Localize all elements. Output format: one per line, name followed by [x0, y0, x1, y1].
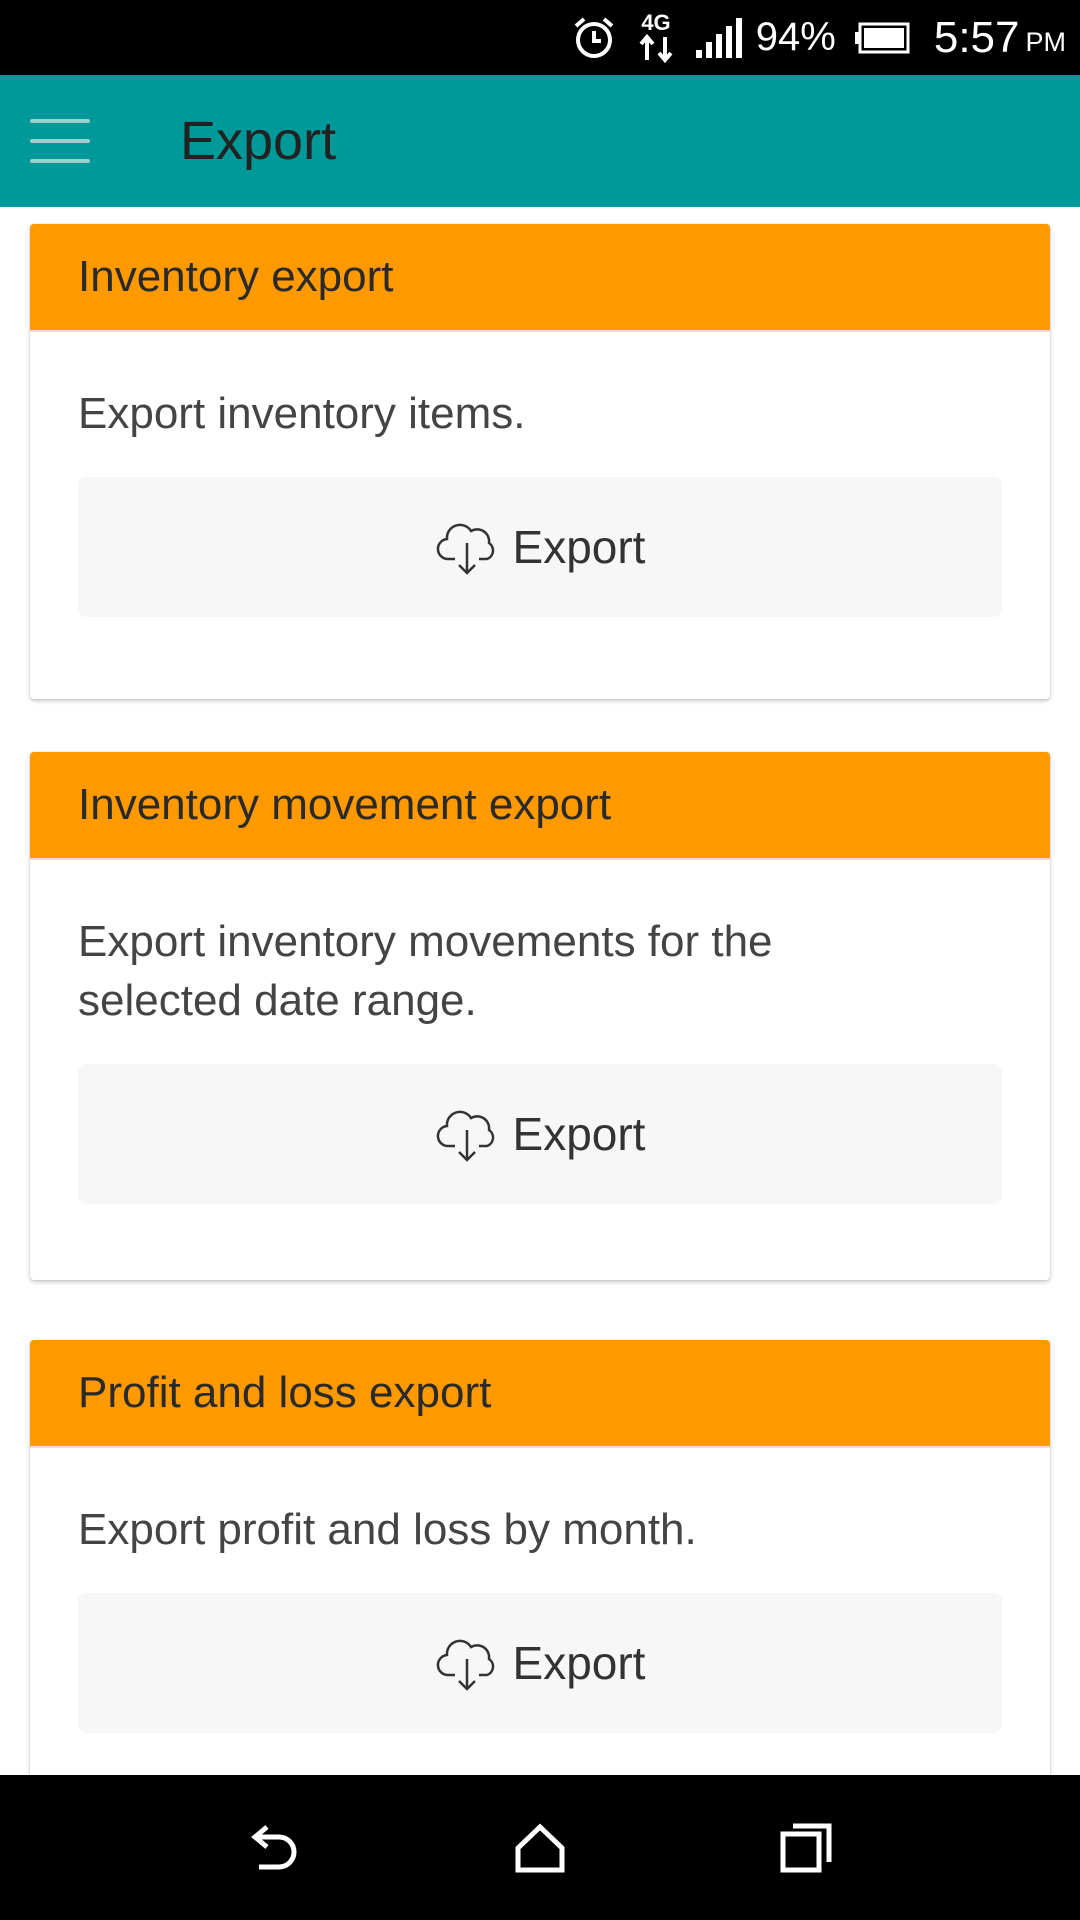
battery-percent: 94% — [755, 15, 836, 59]
back-arrow-icon[interactable] — [233, 1808, 313, 1888]
status-bar: 4G 94% 5:57 PM — [0, 0, 1080, 75]
export-button-label: Export — [512, 1637, 646, 1689]
inventory-movement-export-card: Inventory movement export Export invento… — [30, 752, 1050, 1280]
card-body: Export inventory movements for the selec… — [30, 860, 1050, 1204]
card-description: Export profit and loss by month. — [78, 1505, 697, 1554]
export-button-label: Export — [512, 1108, 646, 1160]
card-body: Export inventory items. Export — [30, 332, 1050, 617]
inventory-export-button[interactable]: Export — [78, 477, 1002, 617]
profit-loss-export-button[interactable]: Export — [78, 1593, 1002, 1733]
home-icon[interactable] — [500, 1808, 580, 1888]
alarm-clock-icon — [570, 14, 618, 62]
cloud-download-icon — [435, 517, 501, 577]
page-title: Export — [180, 111, 337, 171]
card-title: Inventory export — [78, 252, 394, 301]
network-type-label: 4G — [641, 10, 670, 35]
card-body: Export profit and loss by month. Export — [30, 1448, 1050, 1733]
recent-apps-icon[interactable] — [767, 1808, 847, 1888]
network-type-icon: 4G — [636, 10, 676, 66]
app-bar: Export — [0, 75, 1080, 207]
card-header: Inventory movement export — [30, 752, 1050, 860]
clock-time: 5:57 — [933, 12, 1020, 62]
cloud-download-icon — [435, 1633, 501, 1693]
profit-loss-export-card: Profit and loss export Export profit and… — [30, 1340, 1050, 1775]
hamburger-menu-icon[interactable] — [30, 119, 90, 163]
inventory-export-card: Inventory export Export inventory items.… — [30, 224, 1050, 699]
card-description: Export inventory movements for the selec… — [78, 917, 773, 1025]
export-button-label: Export — [512, 521, 646, 573]
system-nav-bar — [0, 1775, 1080, 1920]
card-title: Profit and loss export — [78, 1368, 492, 1417]
inventory-movement-export-button[interactable]: Export — [78, 1064, 1002, 1204]
export-list[interactable]: Inventory export Export inventory items.… — [0, 207, 1080, 1775]
signal-bars-icon — [694, 16, 742, 60]
card-header: Inventory export — [30, 224, 1050, 332]
card-header: Profit and loss export — [30, 1340, 1050, 1448]
battery-icon — [854, 22, 910, 54]
card-title: Inventory movement export — [78, 780, 612, 829]
clock-ampm: PM — [1025, 27, 1067, 57]
cloud-download-icon — [435, 1104, 501, 1164]
card-description: Export inventory items. — [78, 389, 526, 438]
